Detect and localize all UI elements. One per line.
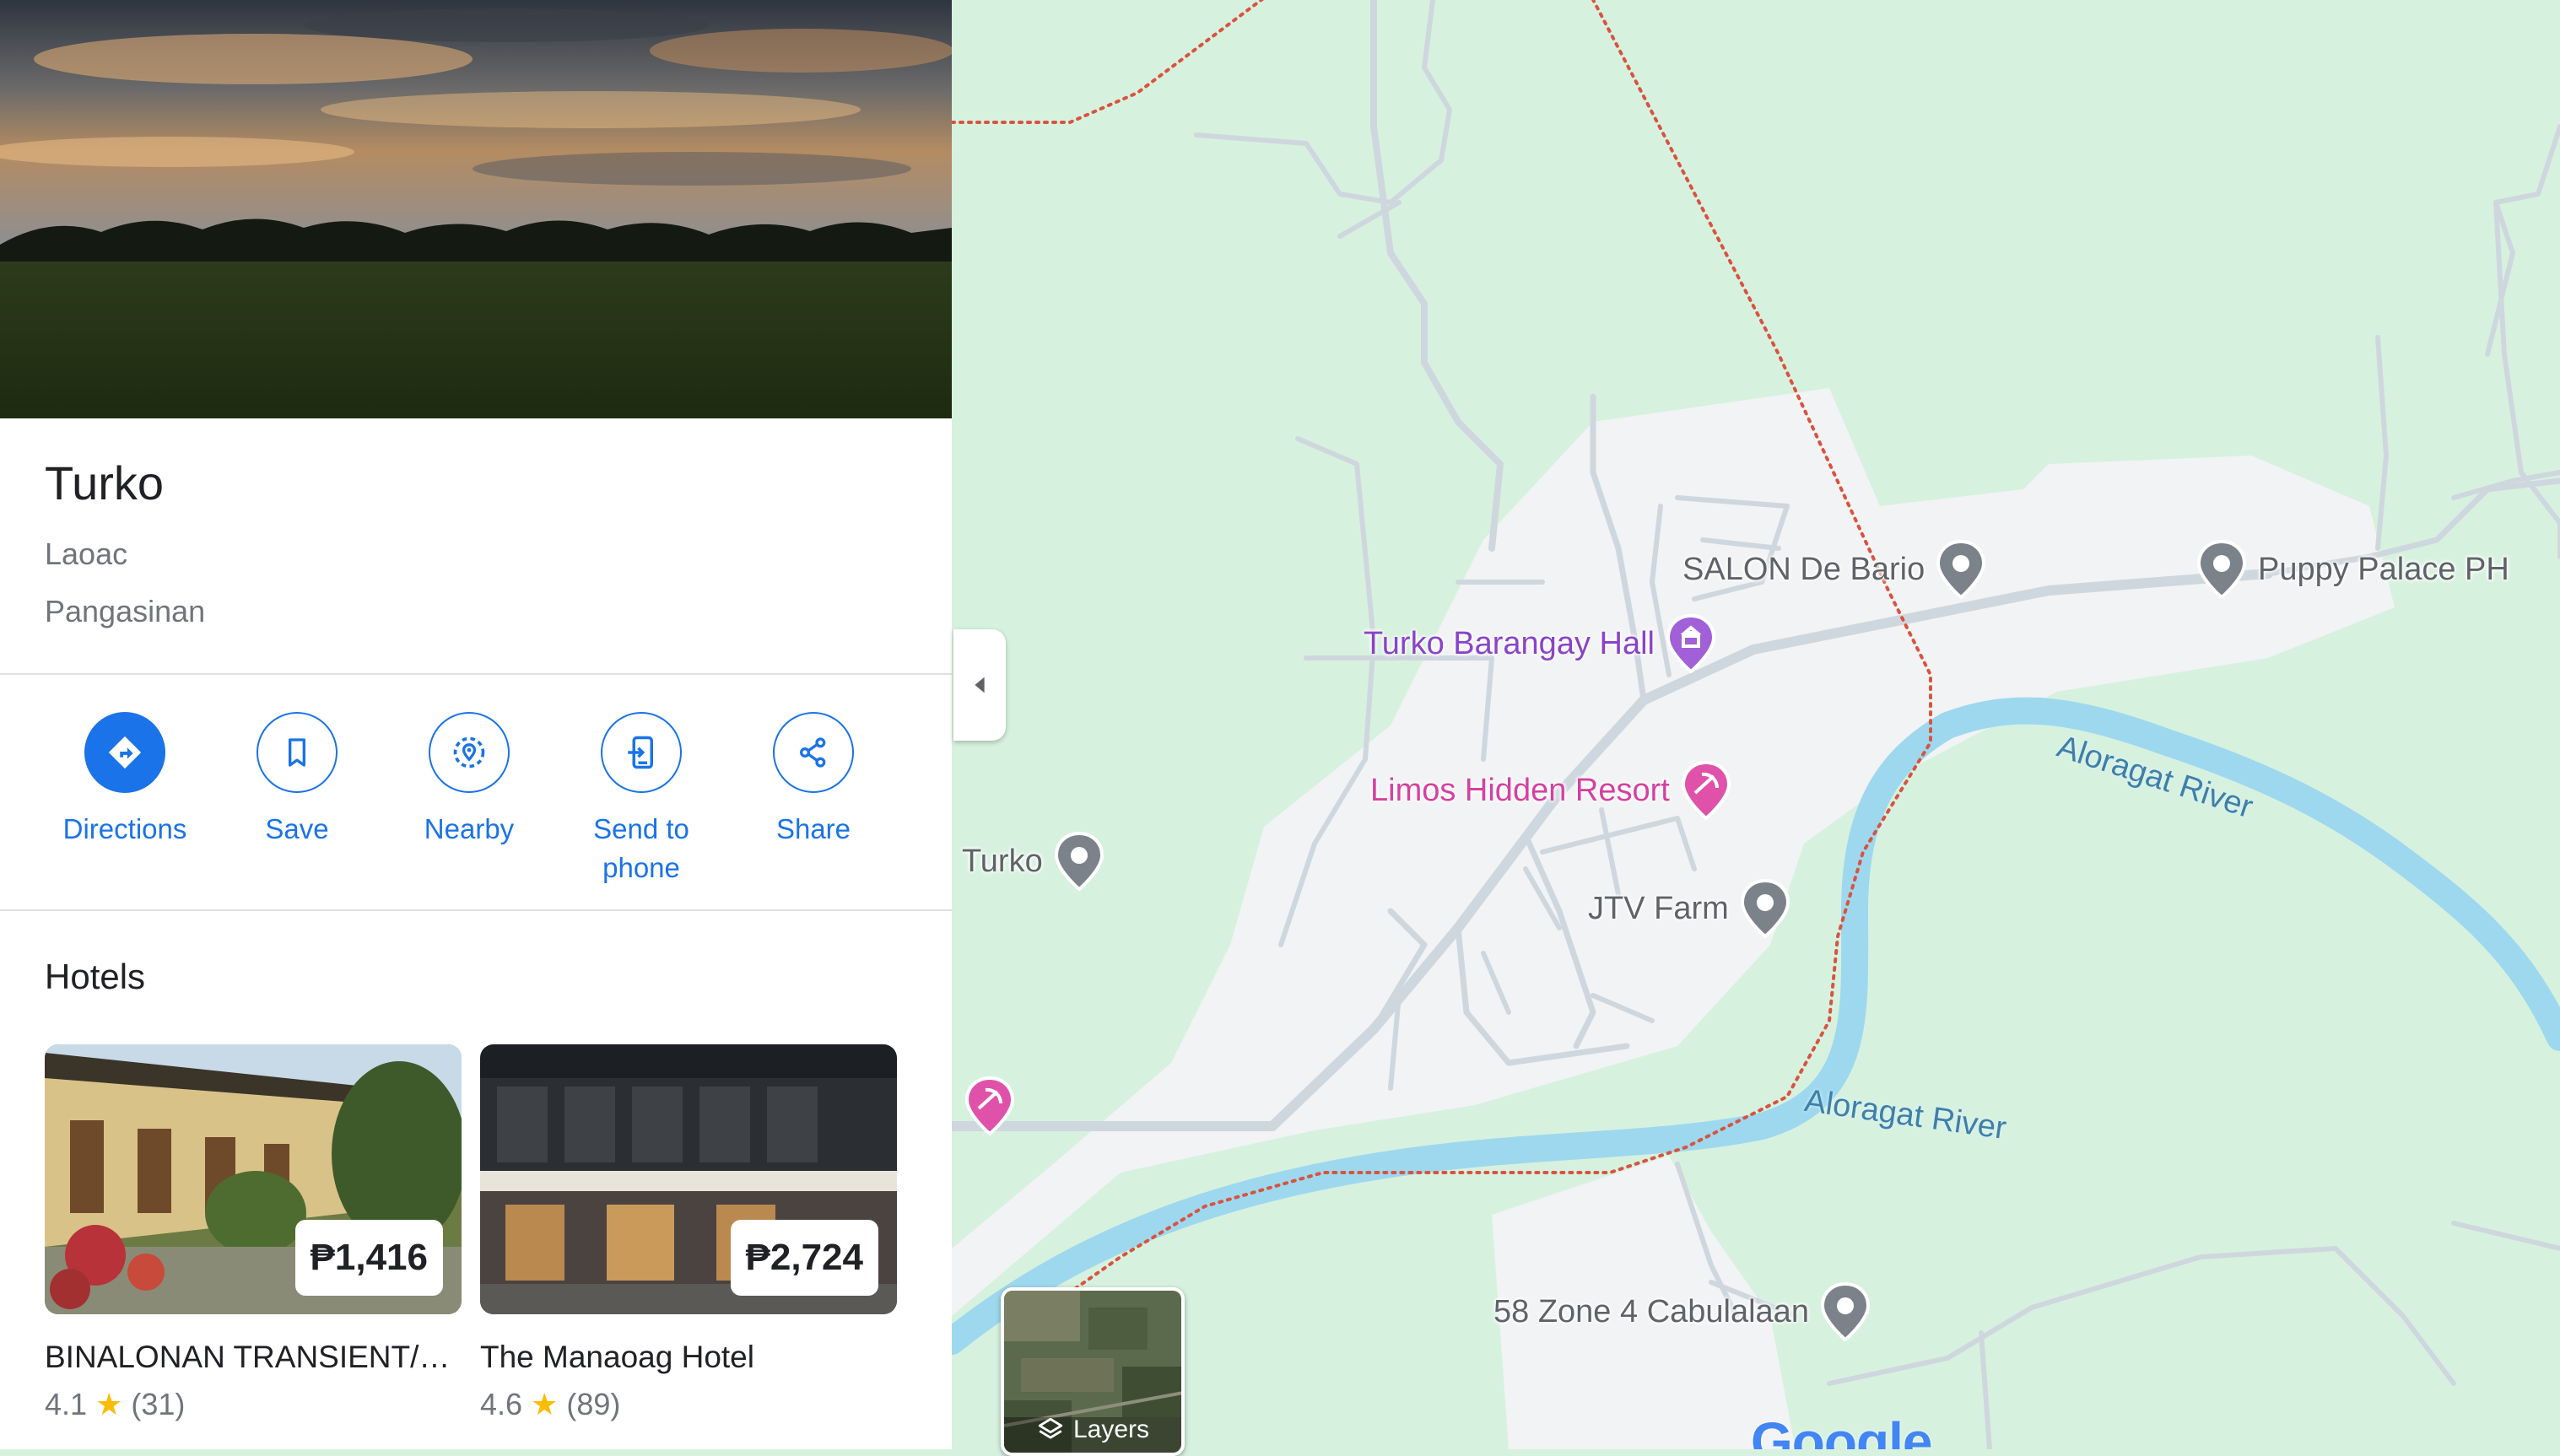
map-base [952,0,2560,1449]
poi-resort-marker[interactable] [964,1076,1016,1135]
hotel-card[interactable]: ₱2,724 The Manaoag Hotel 4.6 ★ (89) [480,1044,897,1422]
send-to-phone-icon [601,712,682,793]
layers-label: Layers [1072,1416,1150,1443]
map-pin-icon [1936,540,1986,599]
bookmark-icon [257,712,338,793]
save-button[interactable]: Save [230,712,365,849]
poi-limos-hidden-resort[interactable]: Limos Hidden Resort [1370,761,1732,820]
hotel-price: ₱2,724 [730,1220,878,1296]
nearby-icon [429,712,510,793]
hotel-photo[interactable]: ₱2,724 [480,1044,897,1314]
poi-salon-de-bario[interactable]: SALON De Bario [1682,540,1987,599]
nearby-label: Nearby [424,813,515,844]
poi-label: Puppy Palace PH [2258,551,2509,587]
collapse-panel-button[interactable] [953,629,1006,741]
hotel-price: ₱1,416 [294,1220,443,1296]
layers-button[interactable]: Layers [1001,1287,1185,1456]
hotels-section-title: Hotels [45,957,146,996]
rating-value: 4.1 [45,1387,88,1421]
share-button[interactable]: Share [746,712,881,849]
hotel-name[interactable]: The Manaoag Hotel [480,1340,897,1375]
hotel-card[interactable]: ₱1,416 BINALONAN TRANSIENT/… 4.1 ★ (31) [45,1044,462,1422]
poi-label: Turko [962,843,1043,879]
poi-puppy-palace[interactable]: Puppy Palace PH [2195,540,2509,599]
layers-icon [1038,1417,1063,1439]
hotel-rating: 4.6 ★ (89) [480,1387,897,1422]
divider [0,673,952,675]
map-pin-icon [1740,879,1790,938]
send-to-phone-button[interactable]: Send to phone [574,712,709,887]
poi-turko-barangay-hall[interactable]: Turko Barangay Hall [1364,614,1717,673]
directions-icon [84,712,165,793]
poi-58-zone-4-cabulalaan[interactable]: 58 Zone 4 Cabulalaan [1493,1282,1871,1341]
directions-label: Directions [62,813,187,844]
layers-label-row: Layers [1004,1416,1181,1444]
review-count: (31) [131,1387,186,1421]
resort-icon [964,1076,1015,1135]
place-hero-photo[interactable] [0,0,952,418]
share-label: Share [775,813,851,844]
divider [0,909,952,911]
save-label: Save [265,813,329,844]
nearby-button[interactable]: Nearby [402,712,537,849]
resort-icon [1681,761,1731,820]
poi-label: Turko Barangay Hall [1364,625,1655,661]
poi-label: JTV Farm [1588,890,1729,926]
place-province: Pangasinan [45,594,206,628]
government-building-icon [1666,614,1715,673]
chevron-left-icon [975,677,985,693]
hotel-name[interactable]: BINALONAN TRANSIENT/… [45,1340,462,1375]
map-pin-icon [1054,832,1104,891]
map-pin-icon [2196,540,2247,599]
hotel-photo[interactable]: ₱1,416 [45,1044,462,1314]
map-canvas[interactable]: Aloragat River Aloragat River SALON De B… [952,0,2560,1449]
poi-jtv-farm[interactable]: JTV Farm [1588,879,1791,938]
star-icon: ★ [95,1387,123,1421]
poi-label: Limos Hidden Resort [1370,772,1670,808]
place-title: Turko [45,456,165,510]
send-to-phone-label: Send to phone [593,813,689,883]
poi-turko[interactable]: Turko [962,832,1105,891]
place-locality: Laoac [45,537,128,571]
share-icon [773,712,854,793]
review-count: (89) [566,1387,621,1421]
place-panel: Turko Laoac Pangasinan Directions Save N… [0,0,952,1449]
star-icon: ★ [531,1387,559,1421]
google-logo: Google [1751,1411,1932,1449]
hotel-rating: 4.1 ★ (31) [45,1387,462,1422]
poi-label: 58 Zone 4 Cabulalaan [1493,1293,1809,1329]
poi-label: SALON De Bario [1682,551,1925,587]
map-pin-icon [1820,1282,1870,1341]
rating-value: 4.6 [480,1387,523,1421]
directions-button[interactable]: Directions [57,712,192,849]
